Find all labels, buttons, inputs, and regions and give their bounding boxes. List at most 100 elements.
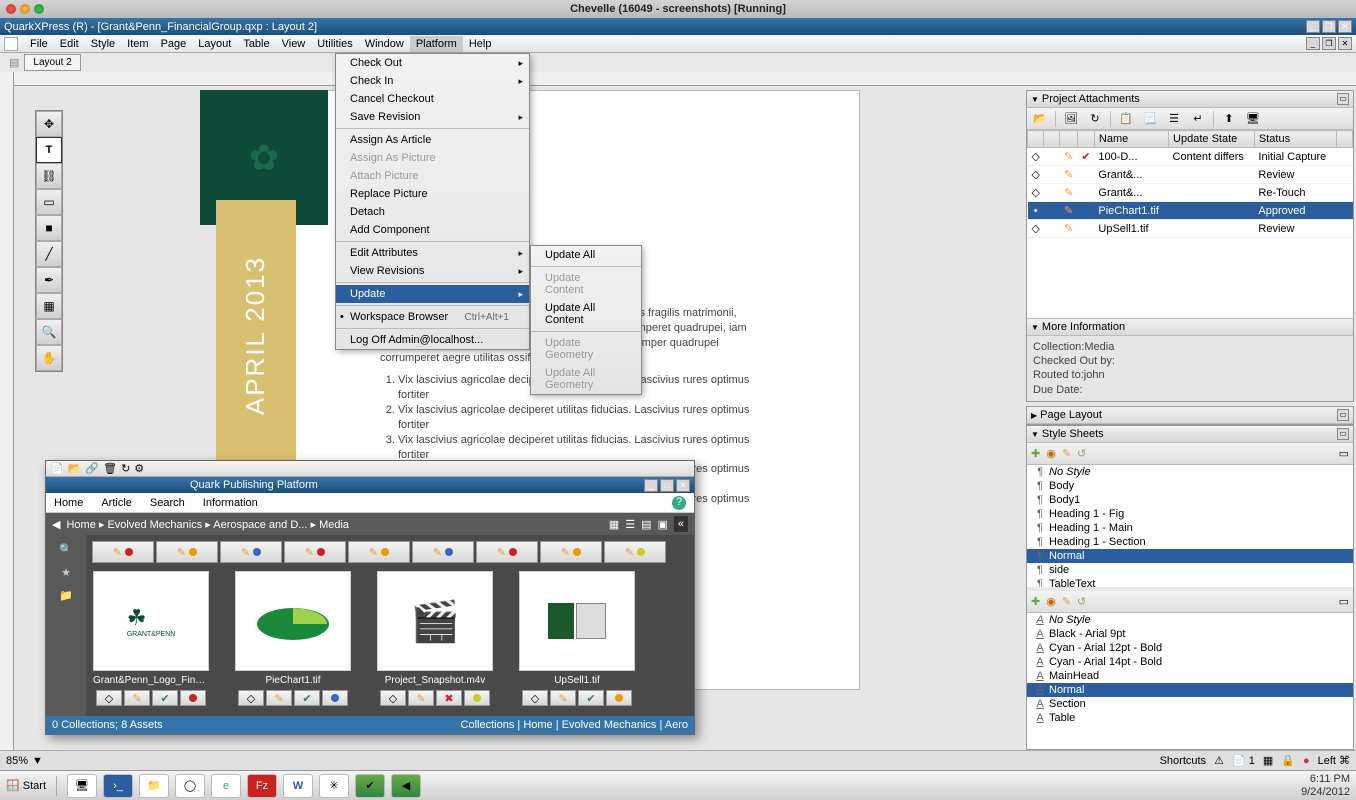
add-icon[interactable]: ✚ — [1031, 447, 1040, 460]
close-button[interactable]: ✕ — [1338, 20, 1352, 33]
line-tool[interactable]: ╱ — [36, 241, 62, 267]
panel-close-button[interactable]: ▭ — [1337, 428, 1349, 440]
min-button[interactable]: _ — [1306, 20, 1320, 33]
raster-icon[interactable]: ▦ — [1263, 754, 1273, 767]
view-thumbnails-icon[interactable]: ▦ — [609, 518, 619, 531]
menu-platform[interactable]: Platform — [410, 36, 463, 52]
loop-icon[interactable]: ↺ — [1077, 447, 1086, 460]
search-icon[interactable]: 🔍 — [59, 543, 73, 556]
qpp-tool-icon[interactable]: 🗑 — [103, 462, 117, 475]
task-chrome[interactable]: ◯ — [175, 774, 205, 798]
asset-status-chip[interactable] — [606, 690, 632, 706]
panel-close-button[interactable]: ▭ — [1337, 409, 1349, 421]
style-row[interactable]: ¶Heading 1 - Section — [1027, 535, 1353, 549]
menu-edit[interactable]: Edit — [54, 36, 85, 52]
menu-item[interactable]: Cancel Checkout — [336, 90, 529, 108]
app-icon[interactable] — [4, 37, 18, 51]
view-detail-icon[interactable]: ▤ — [641, 518, 651, 531]
asset-status-chip[interactable] — [322, 690, 348, 706]
page-nav[interactable]: 📄 1 — [1232, 754, 1255, 767]
table-row[interactable]: ◇✎UpSell1.tifReview — [1028, 220, 1353, 238]
disclosure-icon[interactable] — [1031, 321, 1042, 333]
menu-item[interactable]: Workspace BrowserCtrl+Alt+1 — [336, 308, 529, 326]
filter-chip[interactable]: ✎ — [604, 541, 666, 563]
menu-style[interactable]: Style — [85, 36, 121, 52]
view-list-icon[interactable]: ☰ — [625, 518, 635, 531]
spread-label[interactable]: Left ⌘ — [1318, 754, 1350, 767]
table-tool[interactable]: ▦ — [36, 293, 62, 319]
zoom-tool[interactable]: 🔍 — [36, 319, 62, 345]
text-tool[interactable]: T — [36, 137, 62, 163]
task-app[interactable]: ✳ — [319, 774, 349, 798]
asset-status-chip[interactable]: ✎ — [408, 690, 434, 706]
lock-icon[interactable]: 🔒 — [1281, 754, 1295, 767]
qpp-tab[interactable]: Article — [101, 497, 132, 509]
menu-item[interactable]: Edit Attributes — [336, 244, 529, 262]
qpp-tool-icon[interactable]: 📂 — [68, 462, 82, 475]
table-header[interactable] — [1044, 131, 1060, 148]
asset-status-chip[interactable]: ◇ — [380, 690, 406, 706]
menu-view[interactable]: View — [276, 36, 312, 52]
layout-tab[interactable]: Layout 2 — [24, 54, 80, 71]
menu-item[interactable]: Assign As Article — [336, 131, 529, 149]
toolbar-icon[interactable]: 🖼 — [1062, 110, 1080, 128]
table-row[interactable]: ◇✎✔100-D...Content differsInitial Captur… — [1028, 148, 1353, 166]
disclosure-icon[interactable] — [1031, 428, 1042, 440]
task-desktop[interactable]: 🖥 — [67, 774, 97, 798]
style-row[interactable]: ¶Normal — [1027, 549, 1353, 563]
style-row[interactable]: AMainHead — [1027, 669, 1353, 683]
style-row[interactable]: ¶TableText — [1027, 577, 1353, 587]
layout-tab-handle[interactable]: ▤ — [4, 56, 24, 69]
start-button[interactable]: 🪟 Start — [6, 779, 46, 792]
asset-status-chip[interactable]: ✎ — [550, 690, 576, 706]
table-row[interactable]: ◇✎Grant&...Re-Touch — [1028, 184, 1353, 202]
style-row[interactable]: ¶side — [1027, 563, 1353, 577]
qpp-tool-icon[interactable]: 📄 — [50, 462, 64, 475]
menu-page[interactable]: Page — [155, 36, 193, 52]
table-header[interactable] — [1077, 131, 1094, 148]
toolbar-icon[interactable]: 📂 — [1031, 110, 1049, 128]
collapse-breadcrumb-icon[interactable]: « — [674, 516, 688, 532]
filter-chip[interactable]: ✎ — [156, 541, 218, 563]
style-row[interactable]: ¶Body — [1027, 479, 1353, 493]
qpp-close-button[interactable]: ✕ — [676, 479, 690, 492]
menu-item[interactable]: Update All Content — [531, 299, 641, 329]
toolbar-icon[interactable]: 📋 — [1117, 110, 1135, 128]
edit-icon[interactable]: ✎ — [1062, 595, 1071, 608]
menu-layout[interactable]: Layout — [192, 36, 237, 52]
asset-item[interactable]: 🎬Project_Snapshot.m4v◇✎✖ — [376, 571, 494, 706]
table-header[interactable]: Status — [1254, 131, 1336, 148]
menu-table[interactable]: Table — [237, 36, 275, 52]
style-row[interactable]: ATable — [1027, 711, 1353, 725]
table-row[interactable]: •✎PieChart1.tifApproved — [1028, 202, 1353, 220]
task-word[interactable]: W — [283, 774, 313, 798]
asset-status-chip[interactable]: ✎ — [266, 690, 292, 706]
toolbar-icon[interactable]: ☰ — [1165, 110, 1183, 128]
qpp-titlebar[interactable]: Quark Publishing Platform _ □ ✕ — [46, 477, 694, 493]
zoom-display[interactable]: 85% — [6, 755, 28, 767]
breadcrumb-item[interactable]: Home — [66, 519, 95, 531]
filter-chip[interactable]: ✎ — [92, 541, 154, 563]
qpp-tool-icon[interactable]: ⚙ — [134, 462, 144, 475]
asset-status-chip[interactable]: ◇ — [238, 690, 264, 706]
view-film-icon[interactable]: ▣ — [657, 518, 667, 531]
style-row[interactable]: ¶Heading 1 - Main — [1027, 521, 1353, 535]
table-header[interactable] — [1060, 131, 1077, 148]
table-header[interactable]: Name — [1094, 131, 1168, 148]
task-pwsh[interactable]: ›_ — [103, 774, 133, 798]
warning-icon[interactable]: ⚠ — [1214, 754, 1224, 767]
folder-icon[interactable]: 📁 — [59, 589, 73, 602]
breadcrumb-item[interactable]: Aerospace and D... — [213, 519, 307, 531]
toolbar-icon[interactable]: 🖥 — [1244, 110, 1262, 128]
hand-tool[interactable]: ✋ — [36, 345, 62, 371]
style-icon[interactable]: ◉ — [1046, 595, 1056, 608]
style-row[interactable]: ASection — [1027, 697, 1353, 711]
asset-status-chip[interactable] — [464, 690, 490, 706]
qpp-min-button[interactable]: _ — [644, 479, 658, 492]
menu-file[interactable]: File — [24, 36, 54, 52]
menu-utilities[interactable]: Utilities — [311, 36, 358, 52]
box-fill-tool[interactable]: ■ — [36, 215, 62, 241]
disclosure-icon[interactable] — [1031, 409, 1040, 421]
asset-status-chip[interactable]: ✎ — [124, 690, 150, 706]
filter-chip[interactable]: ✎ — [284, 541, 346, 563]
